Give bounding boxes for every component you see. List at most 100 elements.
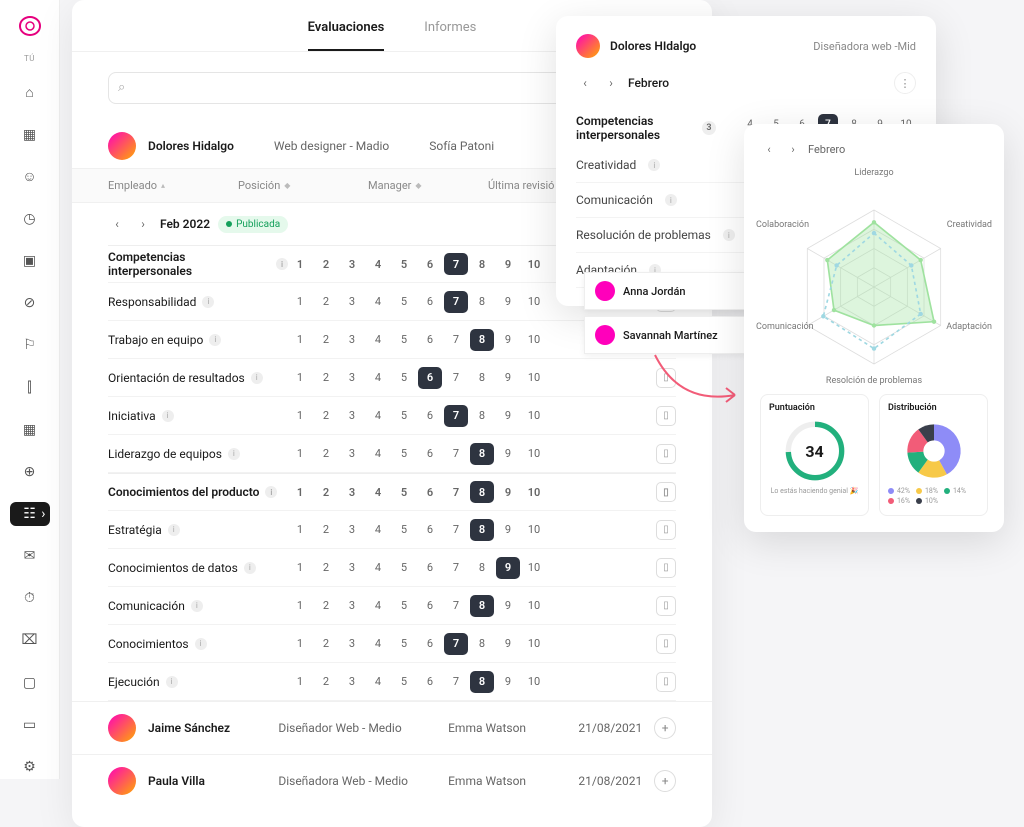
score-cell[interactable]: 7 [444,633,468,655]
check-icon[interactable]: ⊘ [16,291,44,315]
score-cell[interactable]: 7 [444,671,468,693]
score-cell[interactable]: 10 [522,367,546,389]
score-cell[interactable]: 3 [340,367,364,389]
info-icon[interactable]: i [166,676,178,688]
score-cell[interactable]: 3 [340,671,364,693]
score-cell[interactable]: 9 [496,443,520,465]
score-cell[interactable]: 8 [470,557,494,579]
score-cell[interactable]: 4 [366,557,390,579]
score-cell[interactable]: 6 [418,633,442,655]
next-period-button[interactable]: › [134,215,152,233]
score-cell[interactable]: 8 [470,405,494,427]
score-cell[interactable]: 2 [314,595,338,617]
score-cell[interactable]: 4 [366,481,390,503]
reviews-icon[interactable]: ☷ [10,502,50,526]
user-avatar-icon[interactable] [19,16,41,36]
score-cell[interactable]: 4 [366,253,390,275]
score-cell[interactable]: 9 [496,595,520,617]
score-cell[interactable]: 2 [314,253,338,275]
score-cell[interactable]: 1 [288,367,312,389]
score-cell[interactable]: 5 [392,443,416,465]
score-cell[interactable]: 2 [314,557,338,579]
note-icon[interactable]: ▯ [656,596,676,616]
files-icon[interactable]: ▭ [16,713,44,737]
score-cell[interactable]: 1 [288,253,312,275]
score-cell[interactable]: 1 [288,633,312,655]
score-cell[interactable]: 2 [314,291,338,313]
expand-button[interactable]: + [654,717,676,739]
score-cell[interactable]: 5 [392,253,416,275]
note-icon[interactable]: ▯ [656,482,676,502]
score-cell[interactable]: 10 [522,481,546,503]
score-cell[interactable]: 4 [366,519,390,541]
score-cell[interactable]: 6 [418,557,442,579]
score-cell[interactable]: 10 [522,633,546,655]
score-cell[interactable]: 1 [288,671,312,693]
note-icon[interactable]: ▯ [656,444,676,464]
info-icon[interactable]: i [202,296,214,308]
score-cell[interactable]: 10 [522,519,546,541]
score-cell[interactable]: 5 [392,633,416,655]
info-icon[interactable]: i [244,562,256,574]
grid-icon[interactable]: ▦ [16,123,44,147]
tab-informes[interactable]: Informes [424,20,476,51]
popup-prev-button[interactable]: ‹ [576,74,594,92]
score-cell[interactable]: 7 [444,595,468,617]
info-icon[interactable]: i [723,229,735,241]
score-cell[interactable]: 1 [288,329,312,351]
score-cell[interactable]: 7 [444,519,468,541]
score-cell[interactable]: 6 [418,595,442,617]
score-cell[interactable]: 10 [522,253,546,275]
score-cell[interactable]: 8 [470,367,494,389]
note-icon[interactable]: ▯ [656,672,676,692]
score-cell[interactable]: 1 [288,595,312,617]
score-cell[interactable]: 8 [470,671,494,693]
note-icon[interactable]: ▯ [656,558,676,578]
score-cell[interactable]: 1 [288,291,312,313]
score-cell[interactable]: 6 [418,291,442,313]
score-cell[interactable]: 3 [340,557,364,579]
score-cell[interactable]: 9 [496,633,520,655]
score-cell[interactable]: 6 [418,481,442,503]
score-cell[interactable]: 8 [470,519,494,541]
score-cell[interactable]: 5 [392,519,416,541]
info-icon[interactable]: i [276,258,288,270]
score-cell[interactable]: 8 [470,443,494,465]
score-cell[interactable]: 5 [392,557,416,579]
score-cell[interactable]: 1 [288,481,312,503]
score-cell[interactable]: 2 [314,367,338,389]
score-cell[interactable]: 8 [470,329,494,351]
score-cell[interactable]: 5 [392,367,416,389]
score-cell[interactable]: 10 [522,557,546,579]
score-cell[interactable]: 7 [444,367,468,389]
col-position[interactable]: Posición [238,179,280,192]
info-icon[interactable]: i [209,334,221,346]
score-cell[interactable]: 2 [314,671,338,693]
score-cell[interactable]: 6 [418,329,442,351]
score-cell[interactable]: 2 [314,443,338,465]
score-cell[interactable]: 9 [496,481,520,503]
info-icon[interactable]: i [251,372,263,384]
calendar-icon[interactable]: ▦ [16,418,44,442]
score-cell[interactable]: 4 [366,595,390,617]
score-cell[interactable]: 7 [444,443,468,465]
score-cell[interactable]: 4 [366,443,390,465]
prev-period-button[interactable]: ‹ [108,215,126,233]
score-cell[interactable]: 10 [522,595,546,617]
info-icon[interactable]: i [168,524,180,536]
score-cell[interactable]: 1 [288,405,312,427]
score-cell[interactable]: 3 [340,633,364,655]
table-row[interactable]: Paula Villa Diseñadora Web - Medio Emma … [72,754,712,807]
info-icon[interactable]: i [265,486,277,498]
box-icon[interactable]: ▢ [16,670,44,694]
score-cell[interactable]: 1 [288,557,312,579]
score-cell[interactable]: 10 [522,291,546,313]
info-icon[interactable]: i [162,410,174,422]
score-cell[interactable]: 3 [340,481,364,503]
score-cell[interactable]: 5 [392,481,416,503]
score-cell[interactable]: 3 [340,329,364,351]
score-cell[interactable]: 2 [314,633,338,655]
home-icon[interactable]: ⌂ [16,81,44,105]
search-icon[interactable]: ⊕ [16,460,44,484]
folder-icon[interactable]: ▣ [16,249,44,273]
